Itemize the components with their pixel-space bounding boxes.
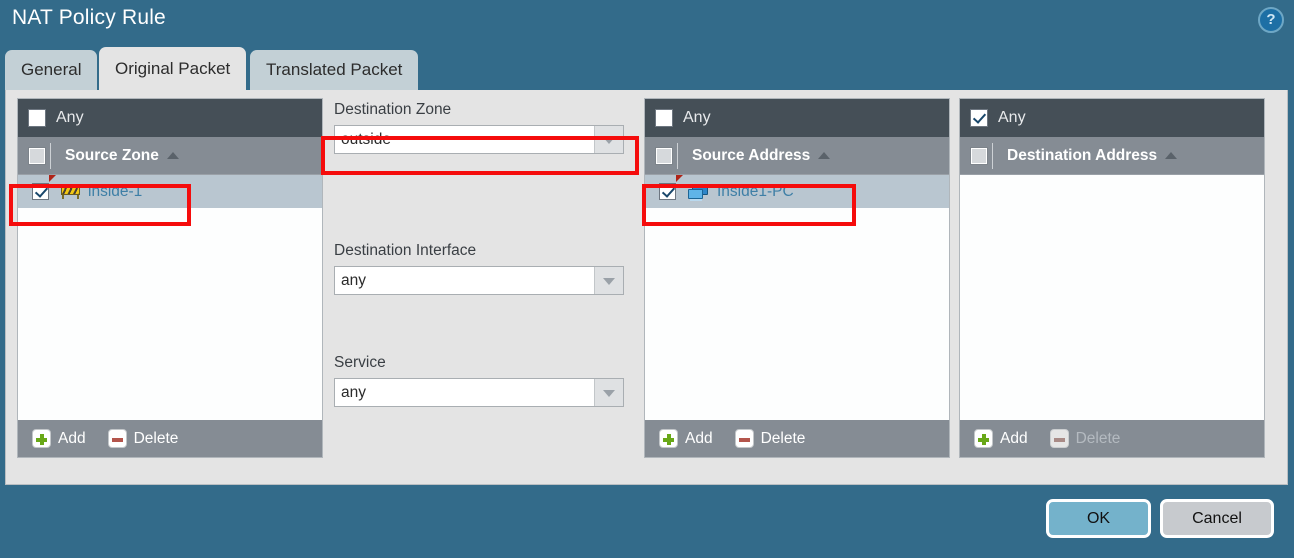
destination-zone-value[interactable]: outside (335, 126, 594, 153)
source-zone-list: inside-1 (18, 175, 322, 420)
tab-bar: General Original Packet Translated Packe… (0, 44, 1294, 91)
destination-address-any-row[interactable]: Any (960, 99, 1264, 137)
source-address-any-checkbox[interactable] (655, 109, 673, 127)
source-zone-column-label: Source Zone (65, 146, 159, 164)
ok-button[interactable]: OK (1046, 499, 1151, 538)
destination-address-any-checkbox[interactable] (970, 109, 988, 127)
add-label: Add (685, 429, 713, 447)
dialog-footer: OK Cancel (0, 485, 1294, 558)
list-item[interactable]: Inside1-PC (645, 175, 949, 208)
delete-label: Delete (1075, 429, 1121, 447)
destination-zone-label: Destination Zone (334, 101, 452, 118)
zone-barrier-icon (61, 184, 80, 199)
destination-address-delete-button: Delete (1049, 429, 1121, 448)
source-address-any-row[interactable]: Any (645, 99, 949, 137)
service-label: Service (334, 354, 386, 371)
tab-translated-packet[interactable]: Translated Packet (250, 50, 419, 91)
destination-address-any-label: Any (998, 109, 1026, 126)
tab-original-packet[interactable]: Original Packet (99, 47, 247, 91)
computer-icon (688, 183, 709, 201)
source-zone-delete-button[interactable]: Delete (107, 429, 179, 448)
field-destination-zone: Destination Zone outside (334, 101, 624, 154)
tab-content-original-packet: Any Source Zone inside-1 Add Delete Dest… (5, 90, 1288, 485)
list-item-label: inside-1 (88, 182, 143, 200)
source-zone-any-label: Any (56, 109, 84, 126)
destination-interface-value[interactable]: any (335, 267, 594, 294)
column-divider (992, 142, 993, 169)
row-modified-marker-icon (49, 175, 56, 182)
source-address-add-button[interactable]: Add (659, 429, 713, 448)
source-address-toolbar: Add Delete (645, 420, 949, 457)
minus-icon (107, 429, 127, 448)
add-label: Add (58, 429, 86, 447)
destination-address-select-all-checkbox[interactable] (970, 146, 988, 165)
sort-ascending-icon[interactable] (818, 152, 831, 159)
tab-general[interactable]: General (5, 50, 98, 91)
cancel-button[interactable]: Cancel (1160, 499, 1274, 538)
list-item-label: Inside1-PC (717, 182, 794, 200)
destination-address-list (960, 175, 1264, 420)
service-value[interactable]: any (335, 379, 594, 406)
panel-source-address: Any Source Address Inside1-PC Add Delete (644, 98, 950, 458)
chevron-down-icon[interactable] (594, 126, 623, 153)
delete-label: Delete (133, 429, 179, 447)
sort-ascending-icon[interactable] (166, 152, 179, 159)
field-service: Service any (334, 354, 624, 407)
source-zone-column-header[interactable]: Source Zone (18, 137, 322, 175)
add-label: Add (1000, 429, 1028, 447)
row-checkbox[interactable] (659, 183, 676, 200)
chevron-down-icon[interactable] (594, 267, 623, 294)
dialog-titlebar: NAT Policy Rule ? (0, 0, 1294, 44)
destination-address-toolbar: Add Delete (960, 420, 1264, 457)
source-zone-select-all-checkbox[interactable] (28, 146, 46, 165)
source-address-select-all-checkbox[interactable] (655, 146, 673, 165)
service-dropdown[interactable]: any (334, 378, 624, 407)
panel-destination-address: Any Destination Address Add Delete (959, 98, 1265, 458)
minus-icon (1049, 429, 1069, 448)
column-divider (677, 142, 678, 169)
panel-source-zone: Any Source Zone inside-1 Add Delete (17, 98, 323, 458)
source-address-delete-button[interactable]: Delete (734, 429, 806, 448)
help-circle-icon[interactable]: ? (1258, 7, 1284, 33)
source-address-list: Inside1-PC (645, 175, 949, 420)
source-address-column-label: Source Address (692, 146, 811, 164)
destination-interface-label: Destination Interface (334, 242, 477, 259)
original-packet-fields: Destination Zone outside Destination Int… (334, 98, 638, 458)
column-divider (50, 142, 51, 169)
plus-icon (32, 429, 51, 448)
destination-interface-dropdown[interactable]: any (334, 266, 624, 295)
row-modified-marker-icon (676, 175, 683, 182)
plus-icon (974, 429, 993, 448)
source-zone-any-checkbox[interactable] (28, 109, 46, 127)
source-zone-any-row[interactable]: Any (18, 99, 322, 137)
source-address-any-label: Any (683, 109, 711, 126)
destination-address-add-button[interactable]: Add (974, 429, 1028, 448)
chevron-down-icon[interactable] (594, 379, 623, 406)
minus-icon (734, 429, 754, 448)
nat-policy-rule-dialog: NAT Policy Rule ? General Original Packe… (0, 0, 1294, 558)
destination-zone-dropdown[interactable]: outside (334, 125, 624, 154)
list-item[interactable]: inside-1 (18, 175, 322, 208)
source-address-column-header[interactable]: Source Address (645, 137, 949, 175)
destination-address-column-header[interactable]: Destination Address (960, 137, 1264, 175)
destination-address-column-label: Destination Address (1007, 146, 1158, 164)
plus-icon (659, 429, 678, 448)
source-zone-toolbar: Add Delete (18, 420, 322, 457)
sort-ascending-icon[interactable] (1165, 152, 1178, 159)
field-destination-interface: Destination Interface any (334, 242, 624, 295)
source-zone-add-button[interactable]: Add (32, 429, 86, 448)
delete-label: Delete (760, 429, 806, 447)
page-title: NAT Policy Rule (12, 6, 166, 29)
row-checkbox[interactable] (32, 183, 49, 200)
